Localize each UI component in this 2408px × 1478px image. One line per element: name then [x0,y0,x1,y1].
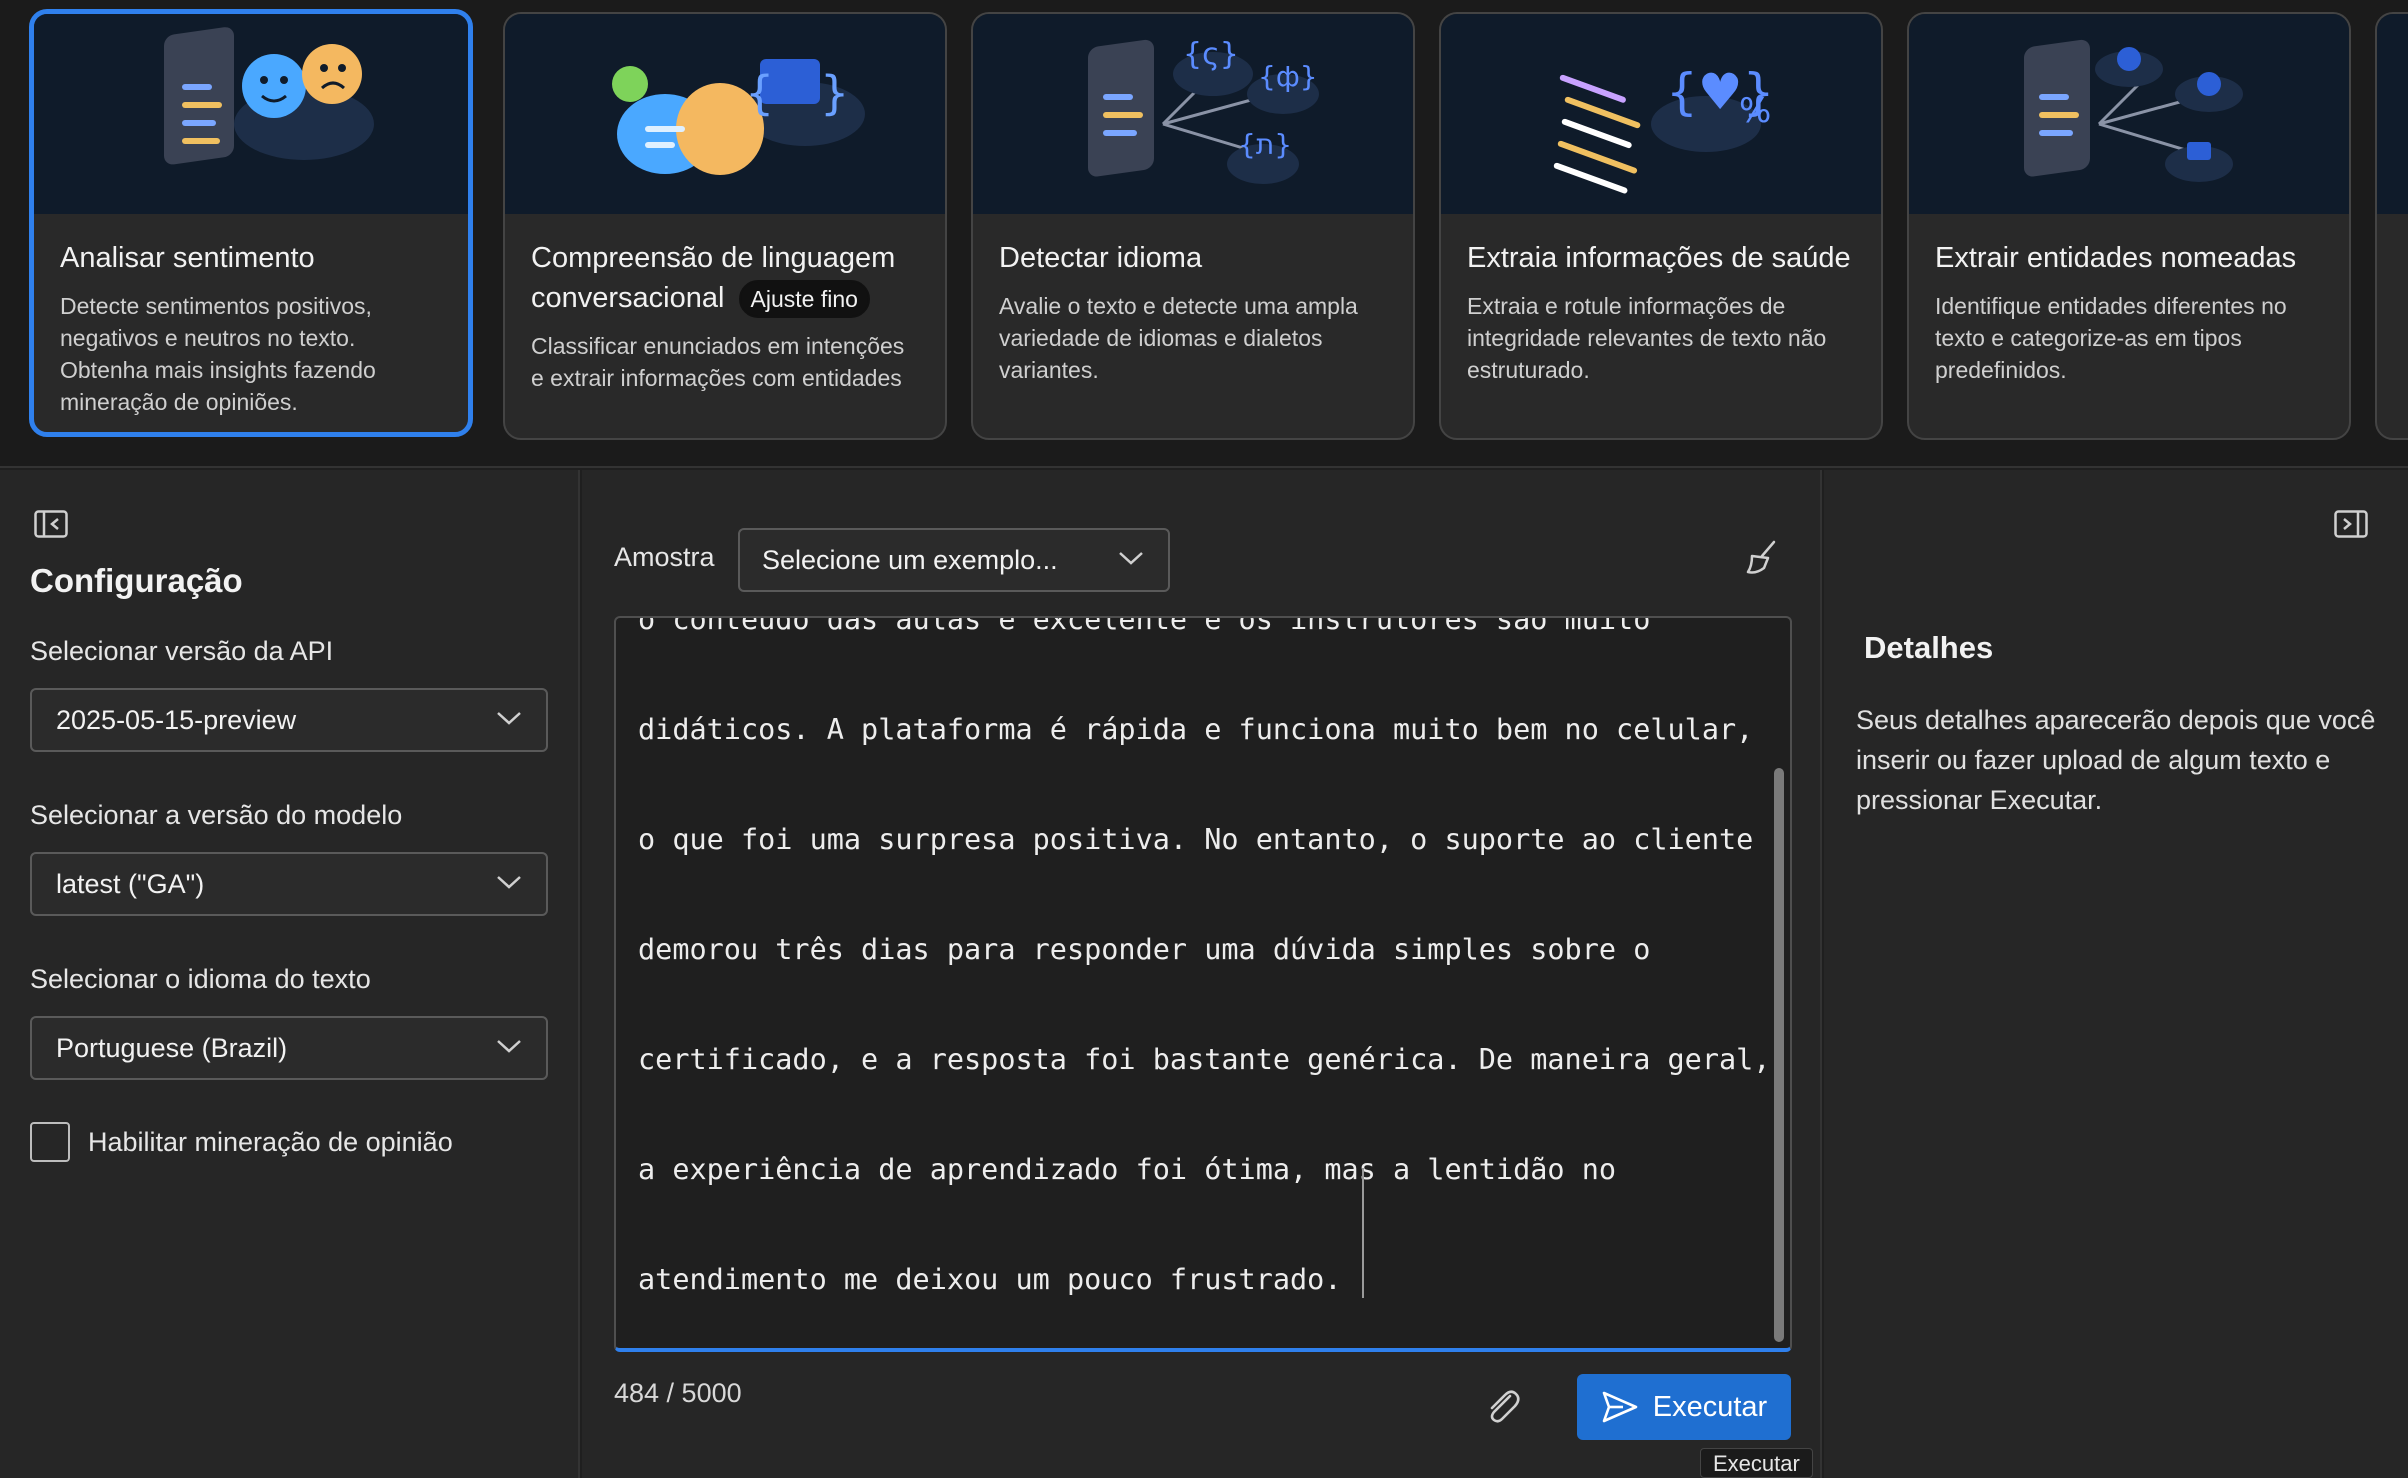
character-count: 484 / 5000 [614,1378,742,1408]
sample-dropdown[interactable]: Selecione um exemplo... [738,528,1170,592]
sentiment-illustration [34,14,468,214]
card-named-entities[interactable]: Extrair entidades nomeadas Identifique e… [1907,12,2351,440]
text-line: o que foi uma surpresa positiva. No enta… [638,823,1754,856]
card-title: Detectar idioma [999,242,1203,274]
card-title: Analisar sentimento [60,242,315,274]
health-illustration: {♥} % [1441,14,1881,214]
card-title: Compreensão de linguagem conversacional … [505,214,945,318]
entities-illustration [1909,14,2349,214]
text-line: atendimento me deixou um pouco frustrado… [638,1263,1342,1296]
chevron-down-icon [497,712,521,725]
sample-placeholder: Selecione um exemplo... [762,545,1058,575]
api-version-label: Selecionar versão da API [30,636,334,666]
send-icon [1602,1391,1638,1423]
card-title: Extrair entidades nomeadas [1935,242,2297,274]
card-description: Avalie o texto e detecte uma ampla varie… [999,293,1358,383]
text-content: o conteúdo das aulas é excelente e os in… [638,616,1771,1348]
text-caret [1362,1168,1364,1298]
fine-tune-badge: Ajuste fino [738,280,870,318]
api-version-dropdown[interactable]: 2025-05-15-preview [30,688,548,752]
svg-text:{ς}: {ς} [1183,37,1239,72]
clear-broom-icon[interactable] [1738,534,1786,582]
opinion-mining-toggle[interactable]: Habilitar mineração de opinião [30,1122,453,1162]
text-language-value: Portuguese (Brazil) [56,1033,288,1063]
text-line: certificado, e a resposta foi bastante g… [638,1043,1771,1076]
card-analyze-sentiment[interactable]: Analisar sentimento Detecte sentimentos … [29,9,473,437]
card-partial[interactable] [2375,12,2408,440]
svg-text:{: { [745,66,774,120]
svg-text:{ф}: {ф} [1258,60,1318,93]
editor-panel: Amostra Selecione um exemplo... o conteú… [582,470,1822,1478]
attach-paperclip-icon[interactable] [1480,1384,1524,1428]
run-button-label: Executar [1652,1390,1768,1423]
scenario-cards-strip: Analisar sentimento Detecte sentimentos … [0,0,2408,468]
text-language-label: Selecionar o idioma do texto [30,964,371,994]
text-language-dropdown[interactable]: Portuguese (Brazil) [30,1016,548,1080]
text-input-area[interactable]: o conteúdo das aulas é excelente e os in… [614,616,1792,1352]
card-description: Identifique entidades diferentes no text… [1935,293,2287,383]
card-title: Extraia informações de saúde [1467,242,1851,274]
card-health-info[interactable]: {♥} % Extraia informações de saúde Extra… [1439,12,1883,440]
svg-text:}: } [820,66,849,120]
svg-text:%: % [1739,91,1771,131]
expand-panel-icon[interactable] [2334,510,2370,540]
card-description: Extraia e rotule informações de integrid… [1467,293,1827,383]
language-illustration: {ς} {ф} {ת} [973,14,1413,214]
card-description: Classificar enunciados em intenções e ex… [531,333,905,391]
model-version-label: Selecionar a versão do modelo [30,800,403,830]
text-line: demorou três dias para responder uma dúv… [638,933,1651,966]
run-tooltip: Executar [1700,1448,1813,1478]
configuration-panel: Configuração Selecionar versão da API 20… [0,470,580,1478]
card-description: Detecte sentimentos positivos, negativos… [60,293,376,415]
details-panel: Detalhes Seus detalhes aparecerão depois… [1824,470,2408,1478]
run-button[interactable]: Executar [1577,1374,1791,1440]
text-line: didáticos. A plataforma é rápida e funci… [638,713,1754,746]
text-scrollbar[interactable] [1774,768,1784,1342]
card-illustration [2377,14,2408,214]
chevron-down-icon [1119,552,1143,565]
opinion-mining-label: Habilitar mineração de opinião [88,1126,453,1157]
chevron-down-icon [497,876,521,889]
sample-label: Amostra [614,542,715,572]
conversation-illustration: { } [505,14,945,214]
collapse-panel-icon[interactable] [34,510,70,540]
model-version-dropdown[interactable]: latest ("GA") [30,852,548,916]
details-title: Detalhes [1864,630,1994,665]
api-version-value: 2025-05-15-preview [56,705,297,735]
configuration-title: Configuração [30,562,243,599]
chevron-down-icon [497,1040,521,1053]
model-version-value: latest ("GA") [56,869,205,899]
svg-text:{ת}: {ת} [1238,128,1292,161]
details-placeholder-text: Seus detalhes aparecerão depois que você… [1856,705,2376,815]
text-line: o conteúdo das aulas é excelente e os in… [638,616,1651,636]
text-line: a experiência de aprendizado foi ótima, … [638,1153,1617,1186]
opinion-mining-checkbox[interactable] [30,1122,70,1162]
card-conversational-language[interactable]: { } Compreensão de linguagem conversacio… [503,12,947,440]
card-detect-language[interactable]: {ς} {ф} {ת} Detectar idioma Avalie o tex… [971,12,1415,440]
